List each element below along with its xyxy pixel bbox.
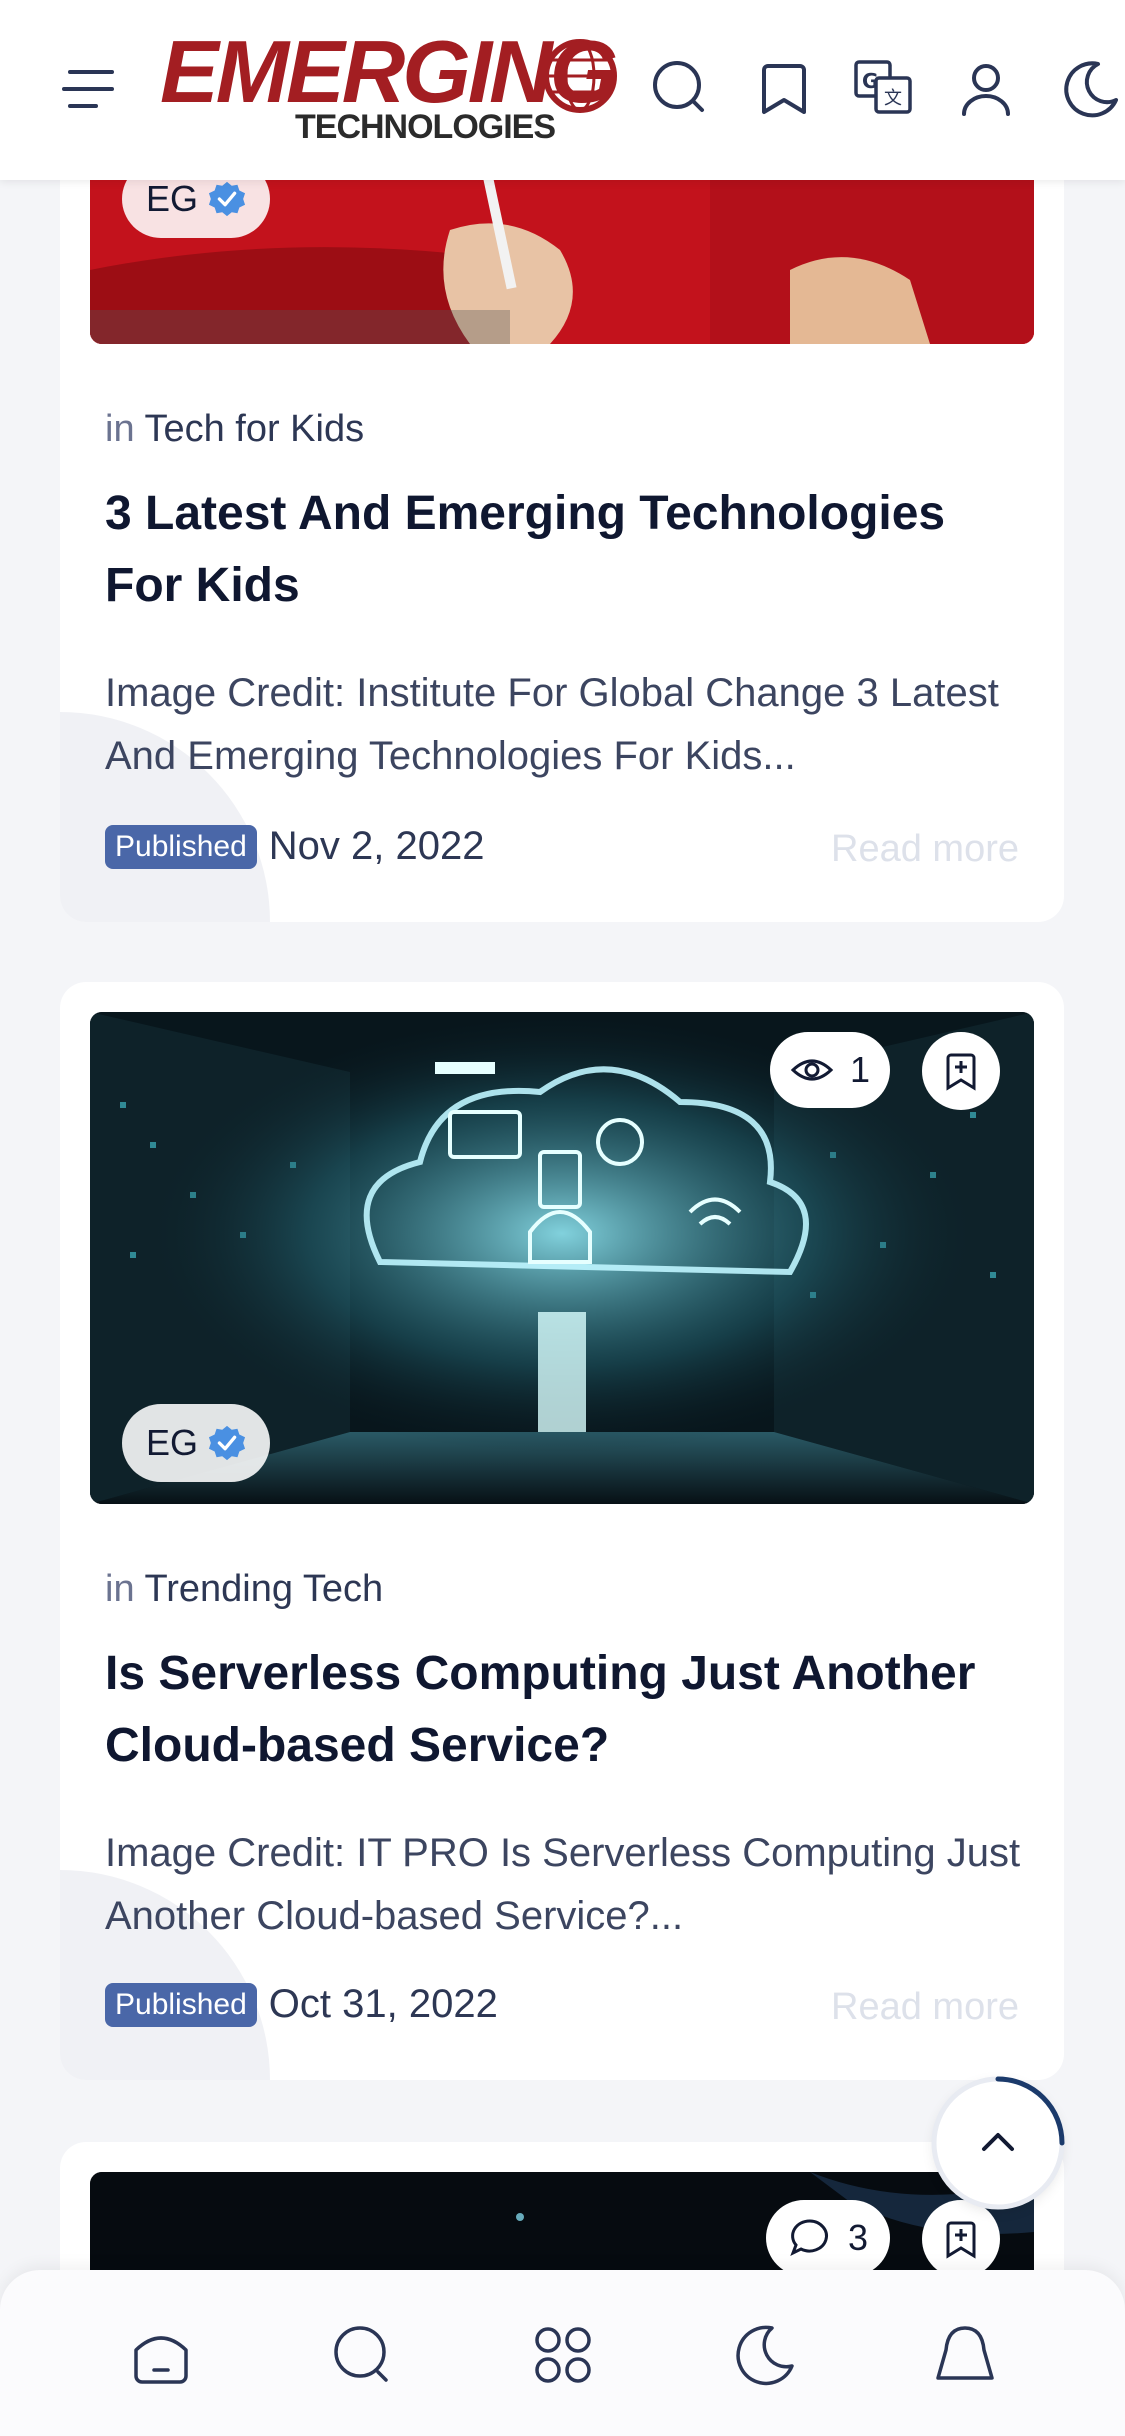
read-more-link[interactable]: Read more: [831, 1986, 1019, 2029]
bookmark-add-button[interactable]: [922, 1032, 1000, 1110]
bookmark-icon[interactable]: [752, 56, 816, 120]
moon-icon[interactable]: [1058, 56, 1122, 120]
views-count: 1: [849, 1049, 871, 1090]
translate-icon[interactable]: G文: [852, 56, 916, 120]
author-badge-label: EG: [146, 1422, 199, 1463]
post-date: Oct 31, 2022: [268, 1982, 498, 2026]
search-icon[interactable]: [328, 2320, 398, 2390]
author-badge[interactable]: EG: [122, 1404, 271, 1482]
post-meta: Published Oct 31, 2022: [105, 1982, 498, 2027]
post-image[interactable]: 1 EG: [90, 1012, 1034, 1504]
globe-icon: [543, 39, 617, 113]
post-excerpt: Image Credit: IT PRO Is Serverless Compu…: [105, 1831, 1021, 1938]
read-more-link[interactable]: Read more: [831, 828, 1019, 871]
comments-count: 3: [847, 2217, 869, 2258]
user-icon[interactable]: [954, 56, 1018, 120]
site-logo[interactable]: EMERGING TECHNOLOGIES: [160, 28, 620, 148]
post-excerpt: Image Credit: Institute For Global Chang…: [105, 671, 999, 778]
moon-icon[interactable]: [728, 2320, 798, 2390]
comment-icon: [790, 2219, 828, 2257]
bookmark-add-icon: [946, 2221, 976, 2259]
category-prefix: in: [105, 1568, 135, 1610]
post-title[interactable]: 3 Latest And Emerging Technologies For K…: [105, 478, 1035, 622]
bottom-navigation: [0, 2270, 1125, 2436]
bookmark-add-icon: [946, 1053, 976, 1091]
eye-icon: [790, 1059, 834, 1081]
author-badge-label: EG: [146, 178, 199, 219]
comments-pill[interactable]: 3: [766, 2200, 890, 2276]
home-icon[interactable]: [126, 2320, 196, 2390]
scroll-to-top-button[interactable]: [931, 2076, 1065, 2210]
category-name[interactable]: Tech for Kids: [144, 408, 364, 450]
svg-text:文: 文: [884, 88, 902, 109]
verified-icon: [208, 181, 246, 217]
views-pill: 1: [770, 1032, 890, 1108]
category-prefix: in: [105, 408, 135, 450]
verified-icon: [208, 1425, 246, 1461]
post-category[interactable]: in Trending Tech: [105, 1568, 383, 1611]
post-card[interactable]: 1 EG in Trending Tech Is Serverless Comp…: [60, 982, 1064, 2080]
published-badge: Published: [105, 1982, 257, 2027]
categories-icon[interactable]: [528, 2320, 598, 2390]
post-meta: Published Nov 2, 2022: [105, 824, 484, 869]
category-name[interactable]: Trending Tech: [144, 1568, 383, 1610]
post-category[interactable]: in Tech for Kids: [105, 408, 364, 451]
post-title[interactable]: Is Serverless Computing Just Another Clo…: [105, 1638, 1035, 1782]
top-header: EMERGING TECHNOLOGIES G文: [0, 0, 1125, 180]
logo-sub-text: TECHNOLOGIES: [295, 108, 556, 146]
svg-text:G: G: [862, 69, 878, 93]
post-date: Nov 2, 2022: [268, 824, 485, 868]
menu-icon[interactable]: [62, 70, 114, 110]
search-icon[interactable]: [648, 56, 712, 120]
published-badge: Published: [105, 824, 257, 869]
post-card[interactable]: EG in Tech for Kids 3 Latest And Emergin…: [60, 110, 1064, 922]
scroll-progress-ring: [931, 2076, 1065, 2210]
bell-icon[interactable]: [930, 2320, 1000, 2390]
